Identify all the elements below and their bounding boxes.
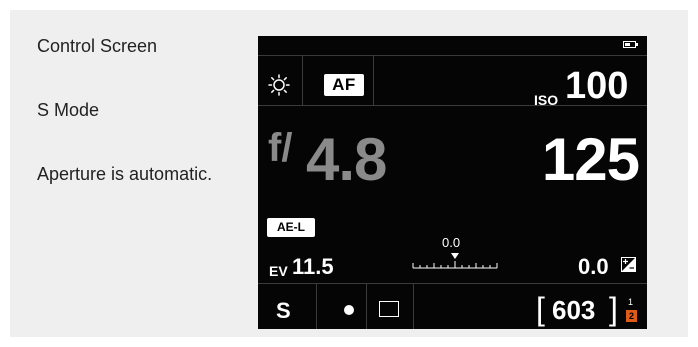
divider — [302, 55, 303, 105]
shutter-speed-value[interactable]: 125 — [542, 128, 640, 192]
spot-metering-icon[interactable] — [344, 305, 354, 315]
exposure-compensation-value[interactable]: 0.0 — [578, 252, 609, 282]
divider — [373, 55, 374, 105]
exposure-compensation-icon — [621, 257, 636, 272]
card-slot-1: 1 — [628, 297, 634, 307]
divider — [258, 55, 647, 56]
shots-remaining: 603 — [552, 295, 596, 325]
focus-mode-badge[interactable]: AF — [324, 74, 364, 96]
aperture-value: 4.8 — [306, 126, 387, 193]
ev-label: EV — [269, 263, 288, 279]
exposure-meter-value: 0.0 — [442, 235, 461, 250]
aperture-prefix: f/ — [268, 126, 293, 170]
iso-label: ISO — [534, 92, 559, 108]
caption-description: Aperture is automatic. — [37, 164, 213, 184]
ae-lock-badge: AE-L — [267, 218, 315, 237]
bracket-open: [ — [536, 291, 545, 327]
single-shot-icon[interactable] — [379, 301, 399, 317]
battery-icon — [623, 41, 638, 48]
divider — [316, 283, 317, 329]
divider — [366, 283, 367, 329]
shooting-mode[interactable]: S — [276, 296, 291, 326]
sun-icon[interactable] — [268, 74, 290, 96]
caption-mode: S Mode — [37, 100, 100, 120]
camera-control-screen: AF ISO 100 f/ 4.8 125 AE-L EV 11.5 0.0 0… — [258, 36, 647, 329]
divider — [413, 283, 414, 329]
card-slot-2: 2 — [626, 310, 637, 322]
caption-title: Control Screen — [37, 36, 158, 56]
bracket-close: ] — [609, 291, 618, 327]
iso-value[interactable]: 100 — [565, 64, 628, 108]
ev-value: 11.5 — [292, 254, 334, 279]
exposure-meter-scale — [412, 253, 498, 269]
